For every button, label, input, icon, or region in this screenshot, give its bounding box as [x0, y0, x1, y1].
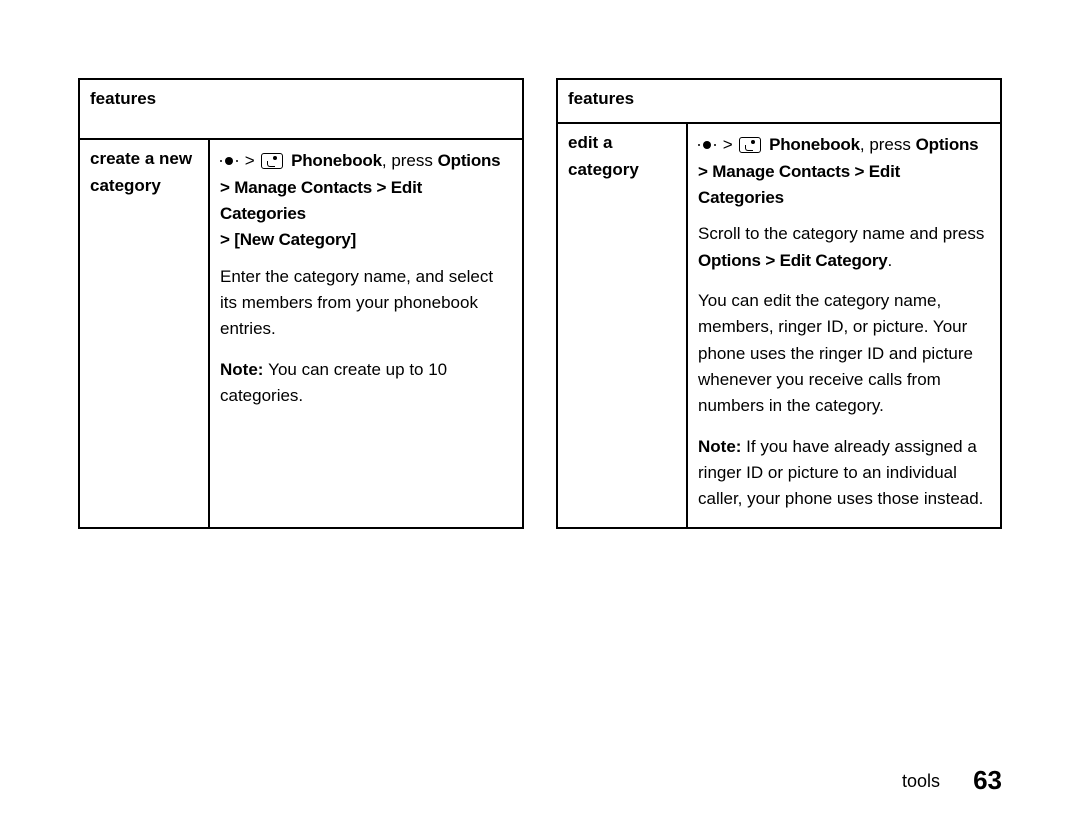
page-body: features create a new category > Phonebo…: [0, 0, 1080, 529]
row-content: > Phonebook, press Options > Manage Cont…: [209, 139, 523, 527]
nav-options: Options: [916, 135, 979, 154]
body-paragraph: You can edit the category name, members,…: [698, 288, 990, 420]
nav-path-2: > Manage Contacts > Edit Categories: [220, 178, 422, 223]
note-label: Note:: [698, 437, 746, 456]
body-text-c: .: [888, 251, 893, 270]
softkey-icon: [261, 153, 283, 169]
page-footer: tools 63: [902, 765, 1002, 796]
body-paragraph: Scroll to the category name and press Op…: [698, 221, 990, 274]
nav-press: , press: [382, 151, 438, 170]
footer-section: tools: [902, 771, 940, 791]
features-table-left: features create a new category > Phonebo…: [78, 78, 524, 529]
features-table-right: features edit a category > Phonebook, pr…: [556, 78, 1002, 529]
note-paragraph: Note: You can create up to 10 categories…: [220, 357, 512, 410]
note-label: Note:: [220, 360, 268, 379]
body-text-b: Options > Edit Category: [698, 251, 888, 270]
nav-path-2: > Manage Contacts > Edit Categories: [698, 162, 900, 207]
nav-path: > Phonebook, press Options > Manage Cont…: [698, 132, 990, 211]
nav-phonebook: Phonebook: [291, 151, 382, 170]
body-paragraph: Enter the category name, and select its …: [220, 264, 512, 343]
nav-path: > Phonebook, press Options > Manage Cont…: [220, 148, 512, 253]
body-text-a: Scroll to the category name and press: [698, 224, 984, 243]
nav-phonebook: Phonebook: [769, 135, 860, 154]
features-header: features: [557, 79, 1001, 123]
softkey-icon: [739, 137, 761, 153]
nav-path-3: > [New Category]: [220, 230, 356, 249]
row-content: > Phonebook, press Options > Manage Cont…: [687, 123, 1001, 527]
center-key-icon: [698, 138, 716, 152]
nav-press: , press: [860, 135, 916, 154]
footer-page-number: 63: [973, 765, 1002, 795]
row-label: edit a category: [557, 123, 687, 527]
center-key-icon: [220, 154, 238, 168]
note-paragraph: Note: If you have already assigned a rin…: [698, 434, 990, 513]
features-header: features: [79, 79, 523, 139]
nav-options: Options: [438, 151, 501, 170]
row-label: create a new category: [79, 139, 209, 527]
